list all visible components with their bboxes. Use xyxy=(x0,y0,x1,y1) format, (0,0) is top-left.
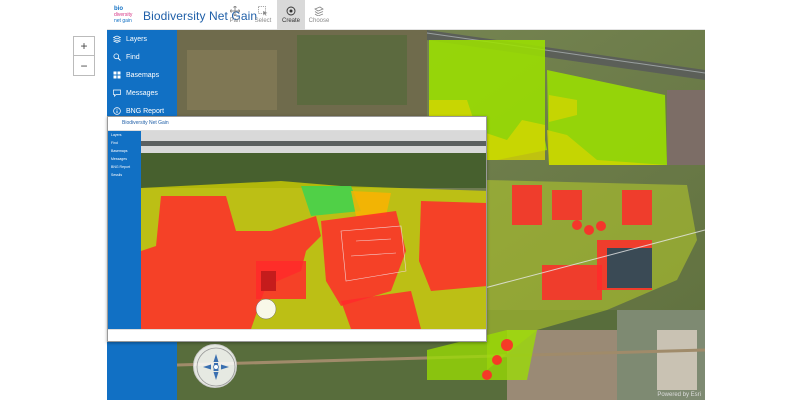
zoom-out-button[interactable]: − xyxy=(74,56,94,75)
sidebar-item-label: Basemaps xyxy=(126,71,160,79)
target-icon xyxy=(286,6,296,16)
choose-tool-label: Choose xyxy=(308,18,330,24)
layers-icon xyxy=(113,35,121,43)
message-icon xyxy=(113,89,121,97)
screenshot-stage: bio diversity net gain Biodiversity Net … xyxy=(0,0,800,400)
app-logo: bio diversity net gain xyxy=(114,6,133,24)
inset-map-graphic xyxy=(141,131,486,329)
inset-sidebar-item: Basemaps xyxy=(111,149,128,153)
sidebar-item-label: Layers xyxy=(126,35,148,43)
inset-sidebar-item: Layers xyxy=(111,133,122,137)
sidebar-item-messages[interactable]: Messages xyxy=(107,84,177,102)
sidebar-item-label: Find xyxy=(126,53,140,61)
info-icon xyxy=(113,107,121,115)
inset-sidebar-item: Messages xyxy=(111,157,127,161)
top-toolbar: bio diversity net gain Biodiversity Net … xyxy=(107,0,705,30)
map-attribution: Powered by Esri xyxy=(657,392,701,398)
svg-text:net gain: net gain xyxy=(114,18,132,24)
sidebar-item-layers[interactable]: Layers xyxy=(107,30,177,48)
layers-stack-icon xyxy=(314,6,324,16)
cursor-icon xyxy=(258,6,268,16)
inset-sidebar-item: BNG Report xyxy=(111,165,131,169)
sidebar-item-find[interactable]: Find xyxy=(107,48,177,66)
inset-screenshot: Biodiversity Net Gain Layers Find Basema… xyxy=(107,116,487,342)
search-icon xyxy=(113,53,121,61)
sidebar-item-label: BNG Report xyxy=(126,107,165,115)
zoom-control: + − xyxy=(73,36,95,76)
inset-status-bar xyxy=(108,329,486,341)
sidebar-item-label: Messages xyxy=(126,89,158,97)
inset-toolbar: Biodiversity Net Gain xyxy=(108,117,486,131)
inset-title: Biodiversity Net Gain xyxy=(122,120,169,126)
create-tool-label: Create xyxy=(281,18,300,24)
inset-map xyxy=(141,131,486,329)
grid-icon xyxy=(113,71,121,79)
sidebar-item-basemaps[interactable]: Basemaps xyxy=(107,66,177,84)
select-tool-label: Select xyxy=(254,18,272,24)
pan-tool-button[interactable]: Pan xyxy=(221,0,249,30)
compass-control[interactable] xyxy=(193,344,237,388)
compass-icon xyxy=(196,347,236,387)
inset-sidebar-item: Sessils xyxy=(111,173,123,177)
move-icon xyxy=(230,6,240,16)
inset-sidebar-item: Find xyxy=(111,141,118,145)
zoom-in-button[interactable]: + xyxy=(74,37,94,56)
inset-sidebar: Layers Find Basemaps Messages BNG Report… xyxy=(108,131,141,341)
pan-tool-label: Pan xyxy=(229,18,241,24)
choose-tool-button[interactable]: Choose xyxy=(305,0,333,30)
create-tool-button[interactable]: Create xyxy=(277,0,305,30)
tool-group: Pan Select Create Choose xyxy=(221,0,333,30)
select-tool-button[interactable]: Select xyxy=(249,0,277,30)
